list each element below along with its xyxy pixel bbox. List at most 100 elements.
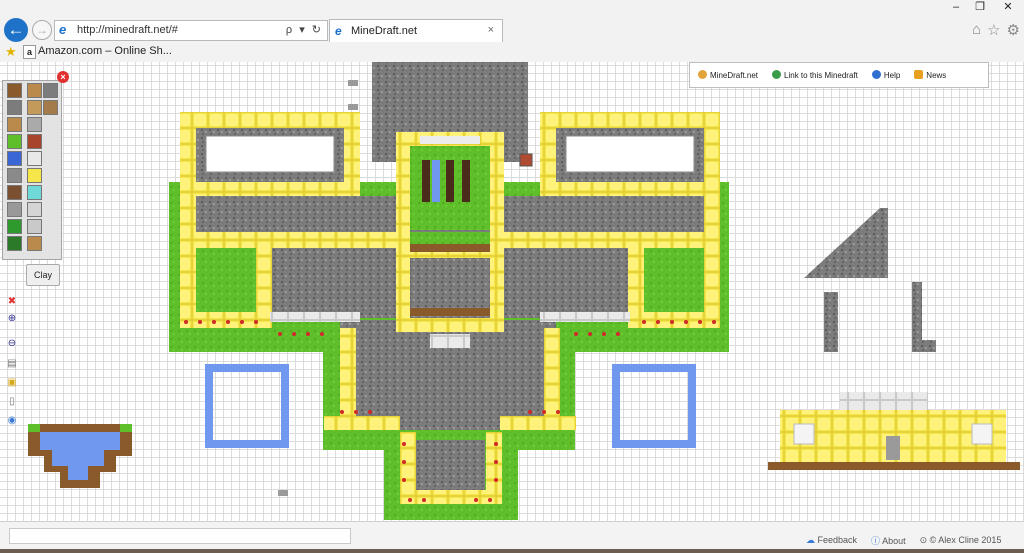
block-creeper[interactable] [7,219,22,234]
zoom-out-icon[interactable]: ⊖ [6,338,18,350]
window-block [971,423,993,445]
block-water[interactable] [7,151,22,166]
status-bar: ☁ Feedback ⓘ About ⊙ © Alex Cline 2015 [0,521,1024,553]
link-help[interactable]: Help [871,70,900,80]
quartz-room [205,135,335,173]
address-url[interactable]: http://minedraft.net/# [77,24,178,36]
block-zombie[interactable] [7,236,22,251]
link-minedraft-home[interactable]: MineDraft.net [698,70,758,80]
block-torch[interactable] [7,202,22,217]
quartz-room [565,135,695,173]
window-controls: ‒ ❐ ✕ [944,0,1024,16]
address-tools-icons[interactable]: ρ ▾ ↻ [286,23,323,36]
ie-logo-icon: e [59,22,67,37]
block-diamond[interactable] [27,185,42,200]
quartz-strip [540,312,630,322]
dark-oak-log [422,160,430,202]
block-chest[interactable] [27,83,42,98]
water-frame [612,364,696,448]
minecraft-build-drawing[interactable] [0,62,1024,521]
status-input[interactable] [9,528,351,544]
ie-logo-icon: e [335,24,342,38]
settings-gear-icon[interactable]: ⚙ [1007,21,1020,39]
browser-chrome: ← → e http://minedraft.net/# ρ ▾ ↻ e Min… [0,0,1024,63]
block-rail[interactable] [7,185,22,200]
address-bar[interactable]: e http://minedraft.net/# ρ ▾ ↻ [54,20,328,41]
quartz-floor [196,248,256,308]
back-button[interactable]: ← [4,18,28,42]
close-window-button[interactable]: ✕ [992,0,1024,16]
block-log[interactable] [43,100,58,115]
info-icon: ⓘ [871,535,881,546]
zoom-in-icon[interactable]: ⊕ [6,313,18,325]
palette-close-icon[interactable]: × [57,71,69,83]
link-news[interactable]: News [914,70,946,80]
restore-button[interactable]: ❐ [968,0,992,16]
stone-block [348,80,358,86]
browser-right-icons: ⌂ ☆ ⚙ [972,21,1020,39]
block-bookshelf[interactable] [27,236,42,251]
block-iron[interactable] [27,202,42,217]
grass-edge [120,424,132,432]
home-icon[interactable]: ⌂ [972,21,981,39]
quartz-block [430,334,470,348]
favorites-star-icon[interactable]: ☆ [987,21,1000,39]
dark-oak-log [462,160,470,202]
gold-wall [500,416,576,430]
gold-wall [544,328,560,424]
about-link[interactable]: ⓘ About [871,534,906,547]
block-sandstone[interactable] [27,100,42,115]
quartz-floor [644,248,704,308]
block-gravel[interactable] [43,83,58,98]
folder-icon[interactable]: ▣ [6,377,18,389]
forward-button[interactable]: → [32,20,52,40]
gold-wall [540,112,720,128]
stone-pillar [824,292,838,352]
block-grass[interactable] [7,134,22,149]
block-cobblestone[interactable] [7,168,22,183]
block-planks[interactable] [7,117,22,132]
arrow-right-icon: → [36,23,48,37]
stone-stairs-roof [804,208,888,278]
gold-wall [396,132,410,232]
gold-wall [704,112,720,248]
favorites-star-icon[interactable]: ★ [5,44,17,60]
minedraft-links-toolbar: MineDraft.net Link to this Minedraft Hel… [689,62,989,88]
block-gravel-2[interactable] [27,117,42,132]
feedback-link[interactable]: ☁ Feedback [806,535,857,546]
gold-wall [324,416,400,430]
block-stone[interactable] [7,100,22,115]
tab-minedraft[interactable]: e MineDraft.net × [329,19,503,42]
help-icon [871,70,881,79]
tab-close-icon[interactable]: × [488,24,494,36]
stone-road [270,248,630,318]
gold-wall [396,318,504,332]
grass-edge [28,424,40,432]
gold-wall [344,112,360,196]
gold-wall [180,112,196,248]
block-snow[interactable] [27,151,42,166]
stone-block [278,490,288,496]
quartz-strip [270,312,360,322]
dark-oak-log [446,160,454,202]
gold-wall [704,248,720,328]
taskbar-strip [0,549,1024,553]
block-slab[interactable] [27,219,42,234]
eye-icon[interactable]: ◉ [6,415,18,427]
home-icon [698,70,707,79]
link-to-this-minedraft[interactable]: Link to this Minedraft [772,70,858,80]
block-gold[interactable] [27,168,42,183]
block-brick[interactable] [27,134,42,149]
gold-wall [180,232,410,248]
page-icon[interactable]: ▯ [6,396,18,408]
block-dirt[interactable] [7,83,22,98]
gold-wall [540,182,720,196]
new-file-icon[interactable]: ▤ [6,358,18,370]
build-grid-canvas[interactable] [0,62,1024,521]
delete-tool-icon[interactable]: ✖ [6,296,18,308]
favorite-link-amazon[interactable]: Amazon.com – Online Sh... [38,45,172,57]
minimize-button[interactable]: ‒ [944,0,968,16]
favorites-bar: ★ a Amazon.com – Online Sh... [0,42,1024,62]
window-block [793,423,815,445]
water-frame [205,364,289,448]
